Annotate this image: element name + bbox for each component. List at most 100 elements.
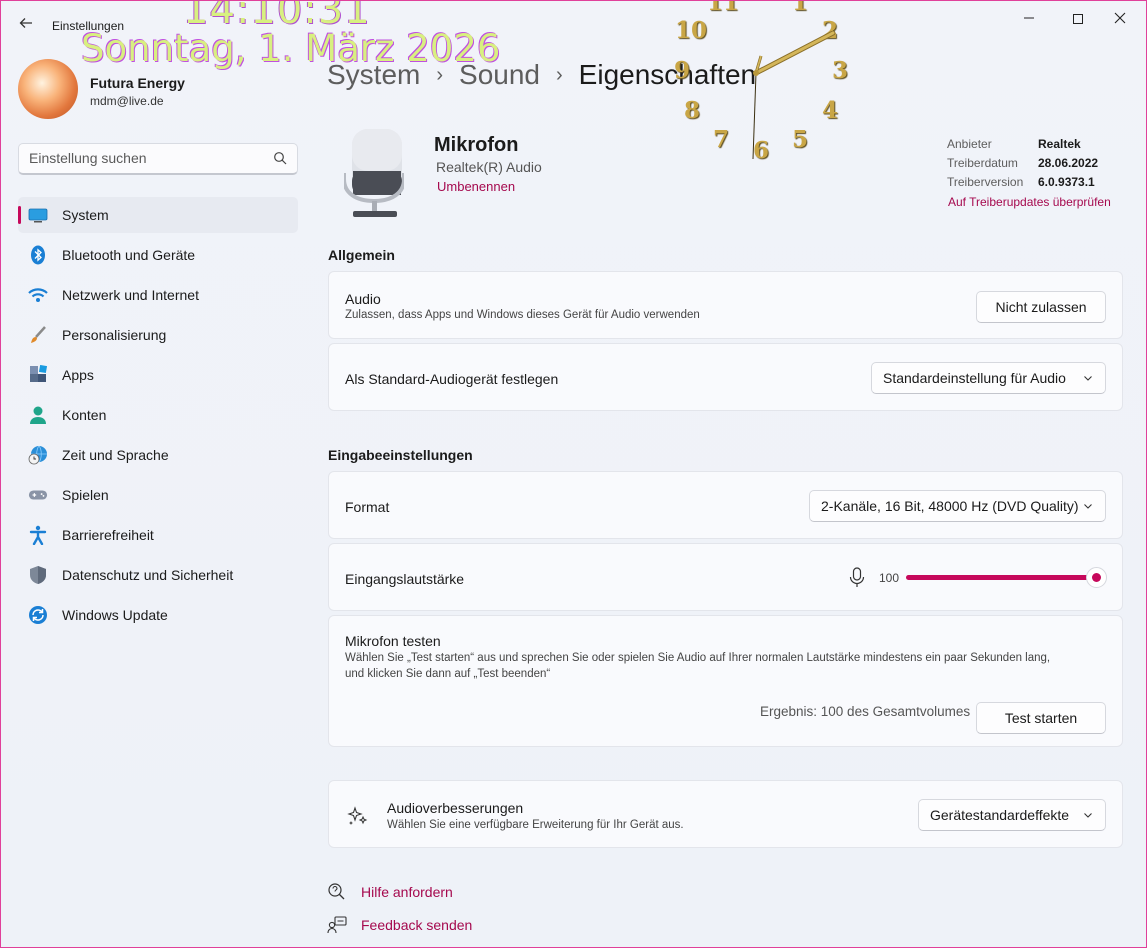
format-title: Format bbox=[345, 499, 390, 515]
audio-title: Audio bbox=[345, 291, 381, 307]
disallow-button[interactable]: Nicht zulassen bbox=[976, 291, 1106, 323]
minimize-button[interactable] bbox=[1014, 7, 1044, 31]
input-volume-slider-track[interactable] bbox=[906, 575, 1093, 580]
sparkle-icon bbox=[347, 806, 368, 825]
audio-enhancements-title: Audioverbesserungen bbox=[387, 800, 524, 816]
driver-info-key: Treiberdatum bbox=[947, 156, 1018, 170]
search-box bbox=[18, 143, 298, 175]
search-input[interactable] bbox=[29, 144, 269, 172]
mic-test-description-line2: und klicken Sie dann auf „Test beenden“ bbox=[345, 668, 551, 680]
close-icon bbox=[1114, 12, 1126, 24]
system-display-icon bbox=[28, 205, 48, 225]
shield-icon bbox=[28, 565, 48, 585]
input-volume-value: 100 bbox=[879, 571, 900, 585]
brush-icon bbox=[28, 325, 48, 345]
default-device-value: Standardeinstellung für Audio bbox=[883, 370, 1066, 386]
sidebar-item-time-language[interactable]: Zeit und Sprache bbox=[18, 437, 298, 473]
sidebar-item-bluetooth[interactable]: Bluetooth und Geräte bbox=[18, 237, 298, 273]
sidebar-item-label: Zeit und Sprache bbox=[62, 447, 169, 463]
audio-enhancements-value: Gerätestandardeffekte bbox=[930, 807, 1070, 823]
wifi-icon bbox=[28, 285, 48, 305]
driver-info-row: Treiberversion 6.0.9373.1 bbox=[947, 175, 1098, 194]
section-general-title: Allgemein bbox=[328, 247, 395, 263]
windows-update-icon bbox=[28, 605, 48, 625]
driver-info-row: Treiberdatum 28.06.2022 bbox=[947, 156, 1098, 175]
sidebar-item-label: Barrierefreiheit bbox=[62, 527, 154, 543]
avatar[interactable] bbox=[18, 59, 78, 119]
driver-info-key: Treiberversion bbox=[947, 175, 1024, 189]
profile-email: mdm@live.de bbox=[90, 94, 164, 108]
help-link[interactable]: Hilfe anfordern bbox=[361, 884, 453, 900]
clock-dial-number: 7 bbox=[713, 126, 730, 153]
sidebar-item-label: Personalisierung bbox=[62, 327, 167, 343]
mic-test-description-line1: Wählen Sie „Test starten“ aus und sprech… bbox=[345, 652, 1051, 664]
driver-update-link[interactable]: Auf Treiberupdates überprüfen bbox=[948, 195, 1111, 209]
audio-description: Zulassen, dass Apps und Windows dieses G… bbox=[345, 309, 700, 321]
mic-test-result: Ergebnis: 100 des Gesamtvolumes bbox=[760, 704, 971, 719]
page-title: Eigenschaften bbox=[578, 59, 757, 90]
sidebar-nav: System Bluetooth und Geräte Netzwerk und… bbox=[18, 197, 298, 637]
feedback-link[interactable]: Feedback senden bbox=[361, 917, 472, 933]
sidebar-item-accessibility[interactable]: Barrierefreiheit bbox=[18, 517, 298, 553]
chevron-right-icon: › bbox=[556, 63, 563, 86]
device-driver: Realtek(R) Audio bbox=[436, 159, 542, 175]
person-icon bbox=[28, 405, 48, 425]
device-name: Mikrofon bbox=[434, 134, 519, 156]
arrow-left-icon bbox=[19, 18, 32, 28]
chevron-down-icon bbox=[1084, 376, 1092, 381]
driver-info-row: Anbieter Realtek bbox=[947, 137, 1098, 156]
desktop-clock-date: Sonntag, 1. März 2026 bbox=[81, 27, 501, 70]
feedback-icon bbox=[327, 916, 347, 934]
input-volume-slider-thumb[interactable] bbox=[1086, 567, 1107, 588]
sidebar-item-label: System bbox=[62, 207, 109, 223]
active-indicator bbox=[18, 206, 21, 224]
profile-name: Futura Energy bbox=[90, 75, 185, 91]
start-test-button[interactable]: Test starten bbox=[976, 702, 1106, 734]
sidebar-item-accounts[interactable]: Konten bbox=[18, 397, 298, 433]
bluetooth-icon bbox=[28, 245, 48, 265]
sidebar-item-label: Datenschutz und Sicherheit bbox=[62, 567, 234, 583]
format-select[interactable]: 2-Kanäle, 16 Bit, 48000 Hz (DVD Quality) bbox=[809, 490, 1106, 522]
audio-enhancements-select[interactable]: Gerätestandardeffekte bbox=[918, 799, 1106, 831]
help-icon bbox=[328, 883, 345, 900]
audio-enhancements-card: Audioverbesserungen Wählen Sie eine verf… bbox=[328, 780, 1123, 848]
back-button[interactable] bbox=[15, 15, 37, 37]
maximize-icon bbox=[1073, 14, 1083, 24]
microphone-small-icon bbox=[849, 567, 865, 587]
sidebar-item-network[interactable]: Netzwerk und Internet bbox=[18, 277, 298, 313]
sidebar-item-apps[interactable]: Apps bbox=[18, 357, 298, 393]
mic-test-card: Mikrofon testen Wählen Sie „Test starten… bbox=[328, 615, 1123, 747]
clock-dial-number: 10 bbox=[675, 17, 708, 44]
driver-info: Anbieter Realtek Treiberdatum 28.06.2022… bbox=[947, 137, 1098, 194]
close-button[interactable] bbox=[1105, 7, 1135, 31]
sidebar-item-label: Apps bbox=[62, 367, 94, 383]
apps-icon bbox=[28, 365, 48, 385]
driver-info-value: Realtek bbox=[1038, 137, 1081, 151]
chevron-down-icon bbox=[1084, 504, 1092, 509]
accessibility-icon bbox=[28, 525, 48, 545]
audio-enhancements-description: Wählen Sie eine verfügbare Erweiterung f… bbox=[387, 819, 684, 831]
microphone-icon bbox=[344, 129, 404, 217]
settings-window: Einstellungen Futura Energy mdm@live.de … bbox=[0, 0, 1147, 948]
sidebar-item-gaming[interactable]: Spielen bbox=[18, 477, 298, 513]
format-card: Format 2-Kanäle, 16 Bit, 48000 Hz (DVD Q… bbox=[328, 471, 1123, 539]
gamepad-icon bbox=[28, 485, 48, 505]
search-icon[interactable] bbox=[273, 151, 287, 165]
format-value: 2-Kanäle, 16 Bit, 48000 Hz (DVD Quality) bbox=[821, 498, 1079, 514]
clock-dial-number: 9 bbox=[674, 57, 691, 84]
sidebar-item-windows-update[interactable]: Windows Update bbox=[18, 597, 298, 633]
clock-dial-number: 11 bbox=[707, 0, 740, 16]
default-device-card: Als Standard-Audiogerät festlegen Standa… bbox=[328, 343, 1123, 411]
clock-dial-number: 8 bbox=[684, 97, 701, 124]
globe-clock-icon bbox=[28, 445, 48, 465]
sidebar-item-system[interactable]: System bbox=[18, 197, 298, 233]
sidebar-item-label: Netzwerk und Internet bbox=[62, 287, 199, 303]
sidebar-item-label: Spielen bbox=[62, 487, 109, 503]
default-device-select[interactable]: Standardeinstellung für Audio bbox=[871, 362, 1106, 394]
maximize-button[interactable] bbox=[1063, 7, 1093, 31]
chevron-down-icon bbox=[1084, 813, 1092, 818]
sidebar-item-personalization[interactable]: Personalisierung bbox=[18, 317, 298, 353]
driver-info-key: Anbieter bbox=[947, 137, 992, 151]
rename-link[interactable]: Umbenennen bbox=[437, 179, 515, 194]
sidebar-item-privacy[interactable]: Datenschutz und Sicherheit bbox=[18, 557, 298, 593]
